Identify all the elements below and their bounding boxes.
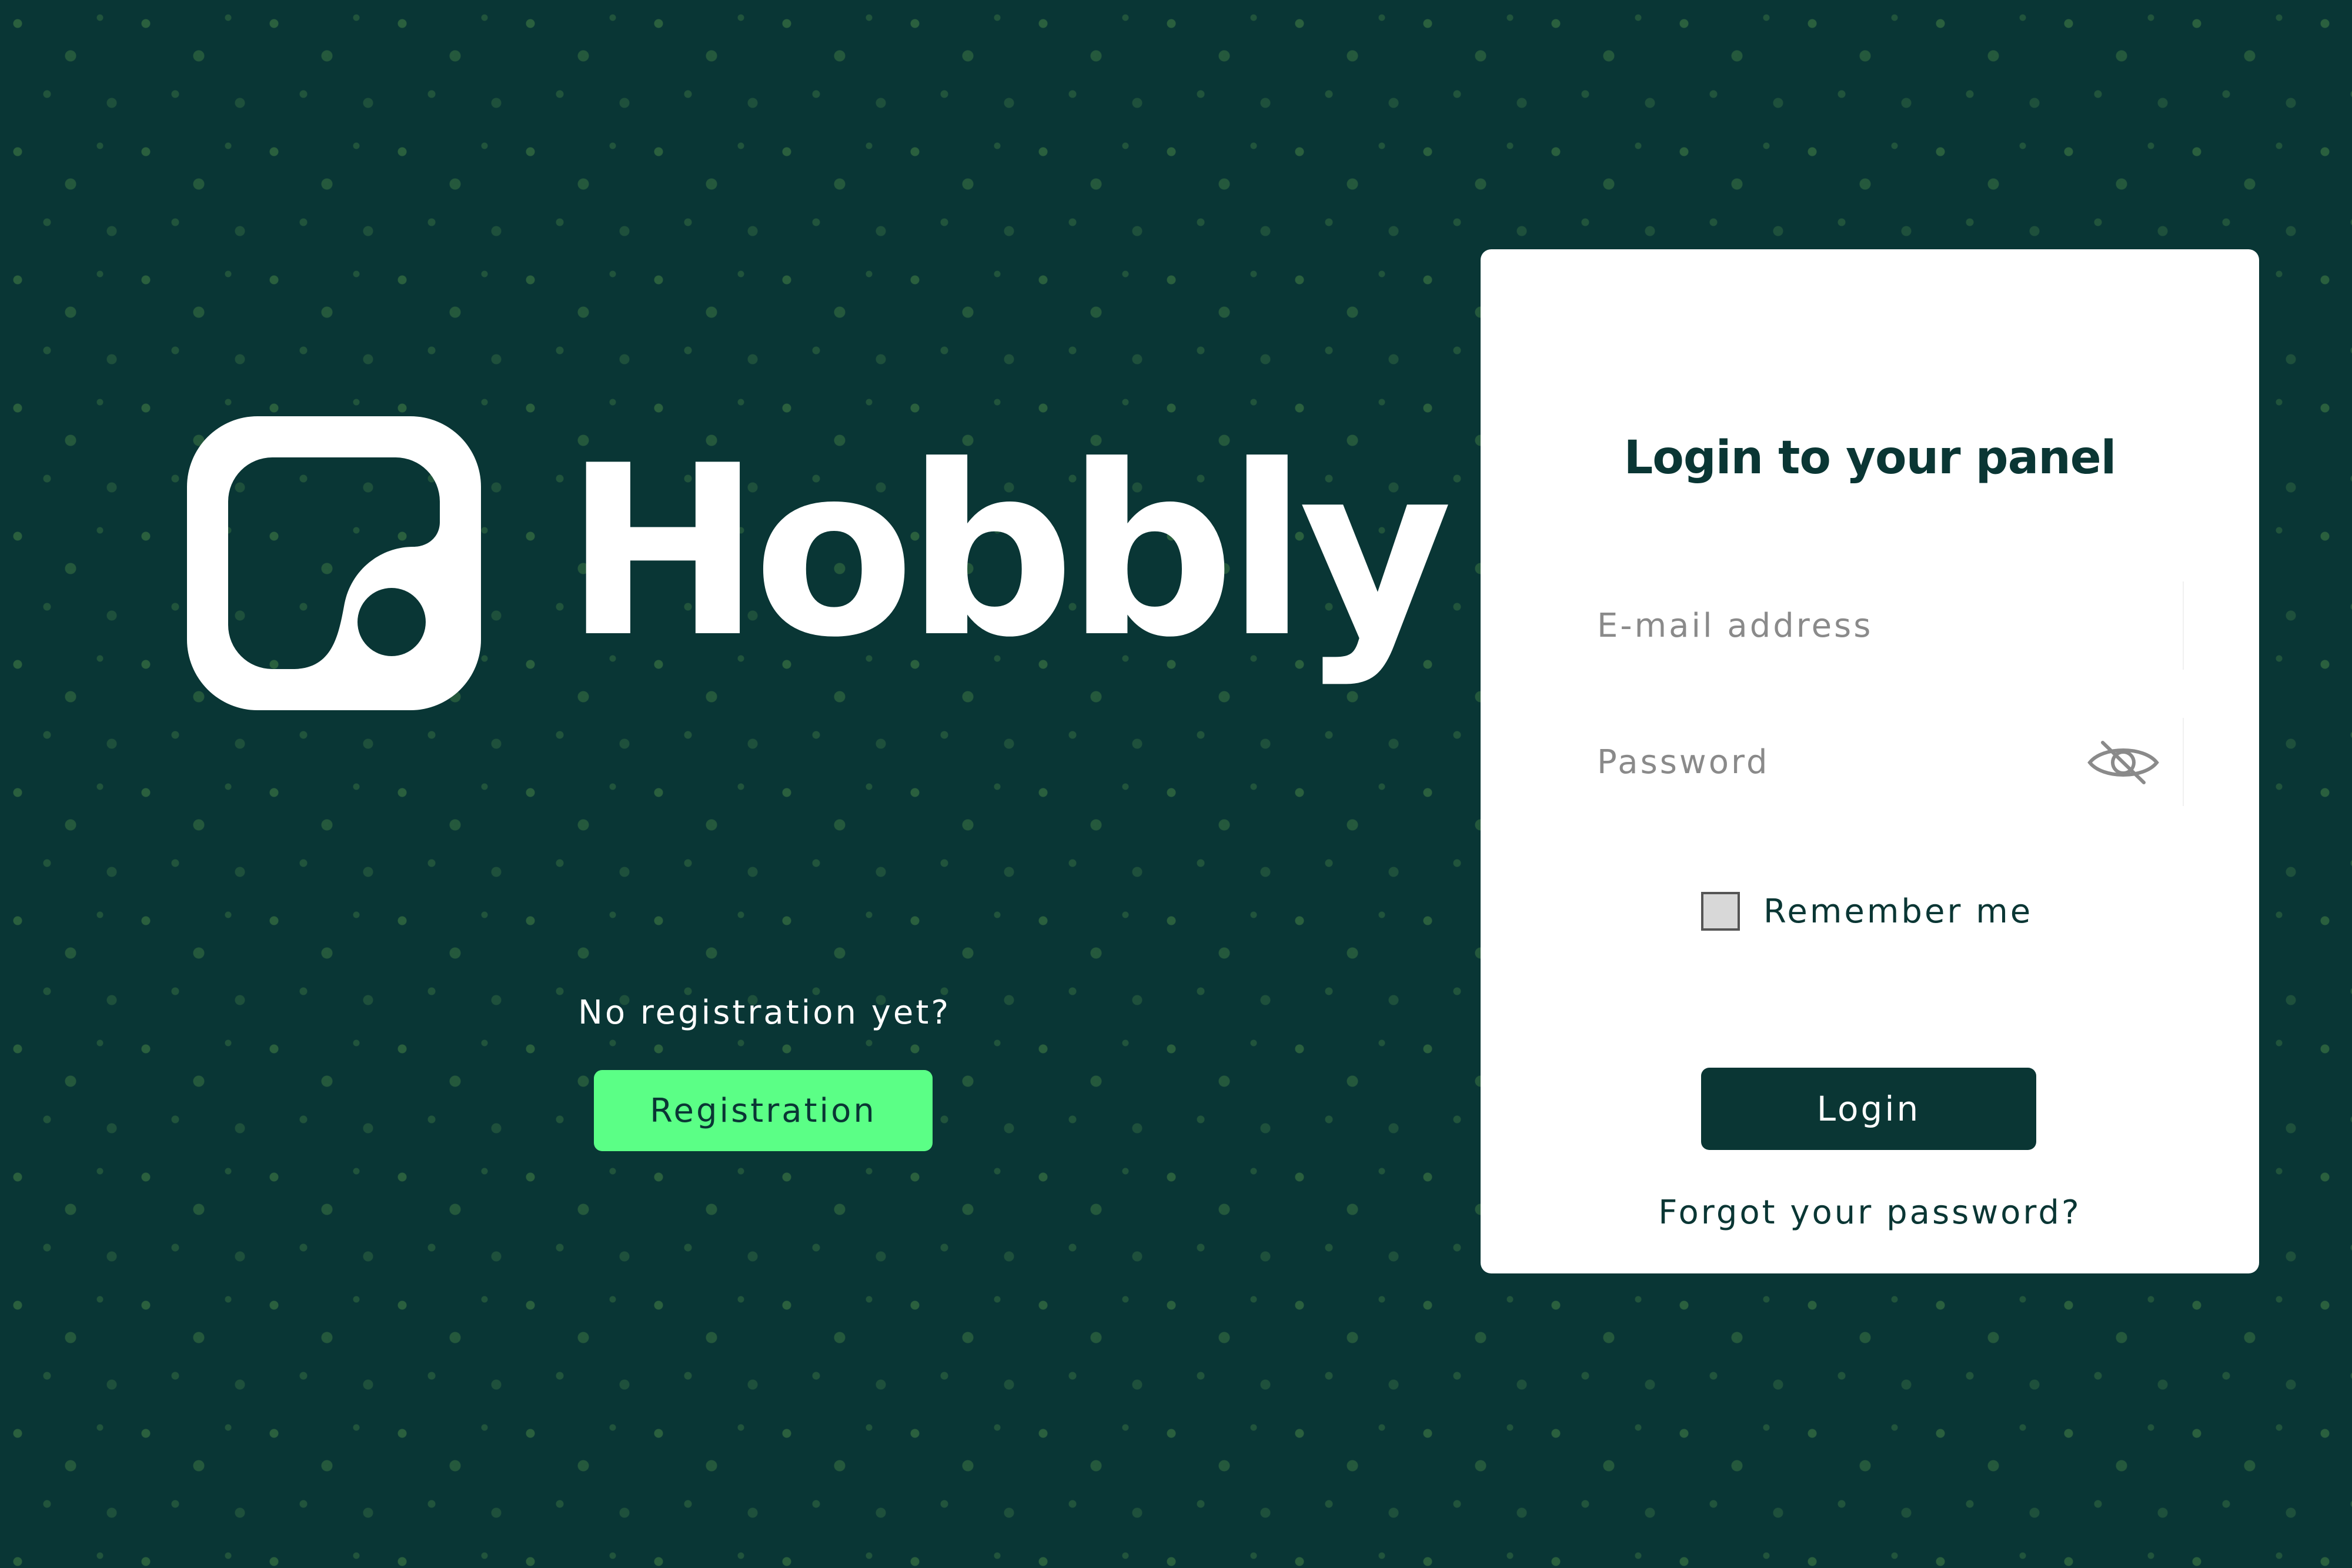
remember-me-checkbox[interactable]: Remember me xyxy=(1701,889,2033,934)
login-card: Login to your panel Remember me Login Fo… xyxy=(1481,249,2259,1273)
password-field-wrapper xyxy=(1597,718,2184,806)
login-page: Hobbly No registration yet? Registration… xyxy=(0,0,2352,1568)
registration-prompt: No registration yet? xyxy=(577,994,951,1032)
checkbox-box[interactable] xyxy=(1701,892,1740,931)
remember-me-label: Remember me xyxy=(1763,892,2033,931)
email-input[interactable] xyxy=(1597,581,2114,670)
eye-slash-icon[interactable] xyxy=(2085,739,2161,786)
hobbly-logo-icon xyxy=(187,416,481,710)
password-input[interactable] xyxy=(1597,718,2114,806)
login-title: Login to your panel xyxy=(1623,432,2117,484)
login-button[interactable]: Login xyxy=(1701,1068,2036,1150)
registration-button[interactable]: Registration xyxy=(594,1070,933,1151)
forgot-password-link[interactable]: Forgot your password? xyxy=(1481,1193,2259,1232)
email-field-wrapper xyxy=(1597,581,2184,670)
brand-name: Hobbly xyxy=(564,416,1452,689)
